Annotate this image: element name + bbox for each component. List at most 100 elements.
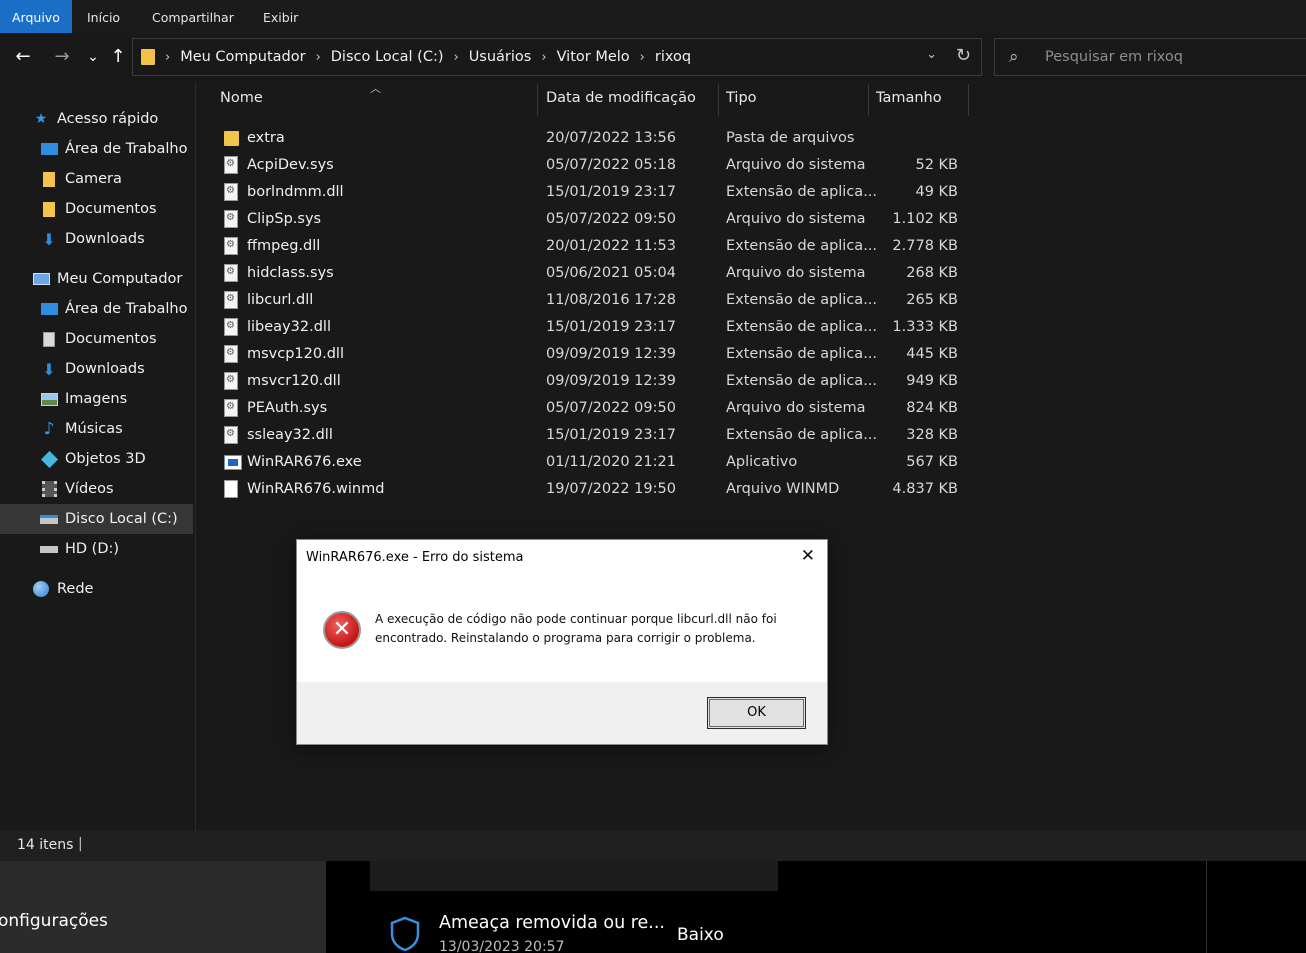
file-type: Extensão de aplica...	[726, 346, 878, 362]
background-card	[370, 861, 778, 891]
settings-label[interactable]: onfigurações	[0, 911, 108, 931]
file-date: 09/09/2019 12:39	[546, 346, 676, 362]
sidebar-item-objetos-3d[interactable]: Objetos 3D	[0, 444, 193, 474]
sidebar-item-musicas[interactable]: ♪ Músicas	[0, 414, 193, 444]
search-box[interactable]: ⌕ Pesquisar em rixoq	[994, 38, 1306, 76]
file-row[interactable]: WinRAR676.exe 01/11/2020 21:21 Aplicativo 5…	[214, 449, 974, 476]
file-name[interactable]: PEAuth.sys	[247, 400, 327, 416]
sidebar-item-camera[interactable]: Camera	[0, 164, 193, 194]
back-arrow-icon[interactable]: ←	[10, 43, 36, 71]
sidebar-item-videos[interactable]: Vídeos	[0, 474, 193, 504]
file-name[interactable]: AcpiDev.sys	[247, 157, 334, 173]
search-input[interactable]: Pesquisar em rixoq	[1045, 49, 1183, 65]
recent-locations-chevron-icon[interactable]: ⌄	[80, 43, 106, 71]
chevron-right-icon: ›	[453, 49, 459, 65]
file-name[interactable]: ClipSp.sys	[247, 211, 321, 227]
sidebar-item-downloads[interactable]: ⬇ Downloads	[0, 224, 193, 254]
forward-arrow-icon[interactable]: →	[49, 43, 75, 71]
file-icon	[224, 480, 238, 498]
sidebar-item-acesso-rapido[interactable]: ★ Acesso rápido	[0, 104, 193, 134]
sidebar-item-area-de-trabalho[interactable]: Área de Trabalho	[0, 134, 193, 164]
file-row[interactable]: ssleay32.dll 15/01/2019 23:17 Extensão de …	[214, 422, 974, 449]
sidebar-item-hd-d[interactable]: HD (D:)	[0, 534, 193, 564]
sidebar-item-documentos[interactable]: Documentos	[0, 194, 193, 224]
file-row[interactable]: extra 20/07/2022 13:56 Pasta de arquivos	[214, 125, 974, 152]
sidebar-item-rede[interactable]: Rede	[0, 574, 193, 604]
ok-button[interactable]: OK	[707, 697, 806, 729]
up-arrow-icon[interactable]: ↑	[105, 43, 131, 71]
folder-icon	[141, 49, 155, 65]
column-divider[interactable]	[718, 84, 719, 116]
column-divider[interactable]	[537, 84, 538, 116]
file-row[interactable]: msvcp120.dll 09/09/2019 12:39 Extensão de …	[214, 341, 974, 368]
file-row[interactable]: libeay32.dll 15/01/2019 23:17 Extensão de …	[214, 314, 974, 341]
file-row[interactable]: libcurl.dll 11/08/2016 17:28 Extensão de a…	[214, 287, 974, 314]
sidebar-item-meu-computador[interactable]: Meu Computador	[0, 264, 193, 294]
breadcrumb-item[interactable]: Usuários	[469, 49, 532, 65]
threat-date: 13/03/2023 20:57	[439, 939, 565, 953]
column-header-date[interactable]: Data de modificação	[546, 90, 696, 114]
sidebar-item-label: Acesso rápido	[57, 111, 159, 127]
file-name[interactable]: libcurl.dll	[247, 292, 313, 308]
breadcrumb-item[interactable]: Disco Local (C:)	[331, 49, 444, 65]
application-icon	[224, 455, 242, 470]
file-row[interactable]: borlndmm.dll 15/01/2019 23:17 Extensão de …	[214, 179, 974, 206]
file-size: 567 KB	[906, 454, 958, 470]
file-type: Arquivo do sistema	[726, 265, 866, 281]
sidebar-item-label: Área de Trabalho	[65, 301, 188, 317]
file-row[interactable]: ffmpeg.dll 20/01/2022 11:53 Extensão de ap…	[214, 233, 974, 260]
sidebar-item-disco-local-c[interactable]: Disco Local (C:)	[0, 504, 193, 534]
tab-inicio[interactable]: Início	[75, 0, 132, 33]
sidebar-item-downloads-2[interactable]: ⬇ Downloads	[0, 354, 193, 384]
dialog-message: A execução de código não pode continuar …	[375, 612, 777, 645]
file-size: 4.837 KB	[892, 481, 958, 497]
file-row[interactable]: msvcr120.dll 09/09/2019 12:39 Extensão de …	[214, 368, 974, 395]
sort-ascending-icon: ︿	[370, 82, 381, 95]
chevron-right-icon: ›	[315, 49, 321, 65]
threat-title[interactable]: Ameaça removida ou re...	[439, 913, 665, 933]
close-icon[interactable]: ✕	[801, 546, 815, 566]
tab-exibir[interactable]: Exibir	[251, 0, 310, 33]
breadcrumb: › Meu Computador › Disco Local (C:) › Us…	[133, 39, 691, 75]
file-name[interactable]: msvcp120.dll	[247, 346, 344, 362]
column-divider[interactable]	[868, 84, 869, 116]
file-size: 445 KB	[906, 346, 958, 362]
ribbon-tabs: Arquivo Início Compartilhar Exibir	[0, 0, 1306, 33]
file-name[interactable]: ffmpeg.dll	[247, 238, 320, 254]
refresh-icon[interactable]: ↻	[956, 45, 971, 66]
column-header-size[interactable]: Tamanho	[876, 90, 942, 114]
file-name[interactable]: hidclass.sys	[247, 265, 334, 281]
file-date: 05/07/2022 09:50	[546, 211, 676, 227]
column-divider[interactable]	[968, 84, 969, 116]
address-dropdown-icon[interactable]: ⌄	[926, 47, 937, 62]
file-name[interactable]: borlndmm.dll	[247, 184, 344, 200]
file-row[interactable]: PEAuth.sys 05/07/2022 09:50 Arquivo do sis…	[214, 395, 974, 422]
file-type: Extensão de aplica...	[726, 373, 878, 389]
file-row[interactable]: AcpiDev.sys 05/07/2022 05:18 Arquivo do si…	[214, 152, 974, 179]
file-name[interactable]: extra	[247, 130, 285, 146]
column-header-type[interactable]: Tipo	[726, 90, 757, 114]
file-name[interactable]: WinRAR676.exe	[247, 454, 362, 470]
file-name[interactable]: WinRAR676.winmd	[247, 481, 384, 497]
sidebar-item-label: Downloads	[65, 361, 145, 377]
address-bar[interactable]: › Meu Computador › Disco Local (C:) › Us…	[132, 38, 982, 76]
system-file-icon	[224, 183, 238, 201]
sidebar-item-imagens[interactable]: Imagens	[0, 384, 193, 414]
file-row[interactable]: WinRAR676.winmd 19/07/2022 19:50 Arquivo W…	[214, 476, 974, 503]
breadcrumb-item[interactable]: Meu Computador	[180, 49, 305, 65]
tab-arquivo[interactable]: Arquivo	[0, 0, 72, 33]
file-name[interactable]: msvcr120.dll	[247, 373, 341, 389]
breadcrumb-item[interactable]: Vitor Melo	[557, 49, 630, 65]
sidebar-item-area-de-trabalho-2[interactable]: Área de Trabalho	[0, 294, 193, 324]
breadcrumb-item[interactable]: rixoq	[655, 49, 691, 65]
file-name[interactable]: libeay32.dll	[247, 319, 331, 335]
column-header-name[interactable]: Nome	[220, 90, 263, 114]
file-row[interactable]: ClipSp.sys 05/07/2022 09:50 Arquivo do sis…	[214, 206, 974, 233]
sidebar-item-documentos-2[interactable]: Documentos	[0, 324, 193, 354]
tab-compartilhar[interactable]: Compartilhar	[140, 0, 246, 33]
sidebar-item-label: Camera	[65, 171, 122, 187]
file-row[interactable]: hidclass.sys 05/06/2021 05:04 Arquivo do s…	[214, 260, 974, 287]
file-name[interactable]: ssleay32.dll	[247, 427, 333, 443]
sidebar-item-label: Meu Computador	[57, 271, 183, 287]
error-dialog: WinRAR676.exe - Erro do sistema ✕ ✕ A ex…	[296, 539, 828, 745]
